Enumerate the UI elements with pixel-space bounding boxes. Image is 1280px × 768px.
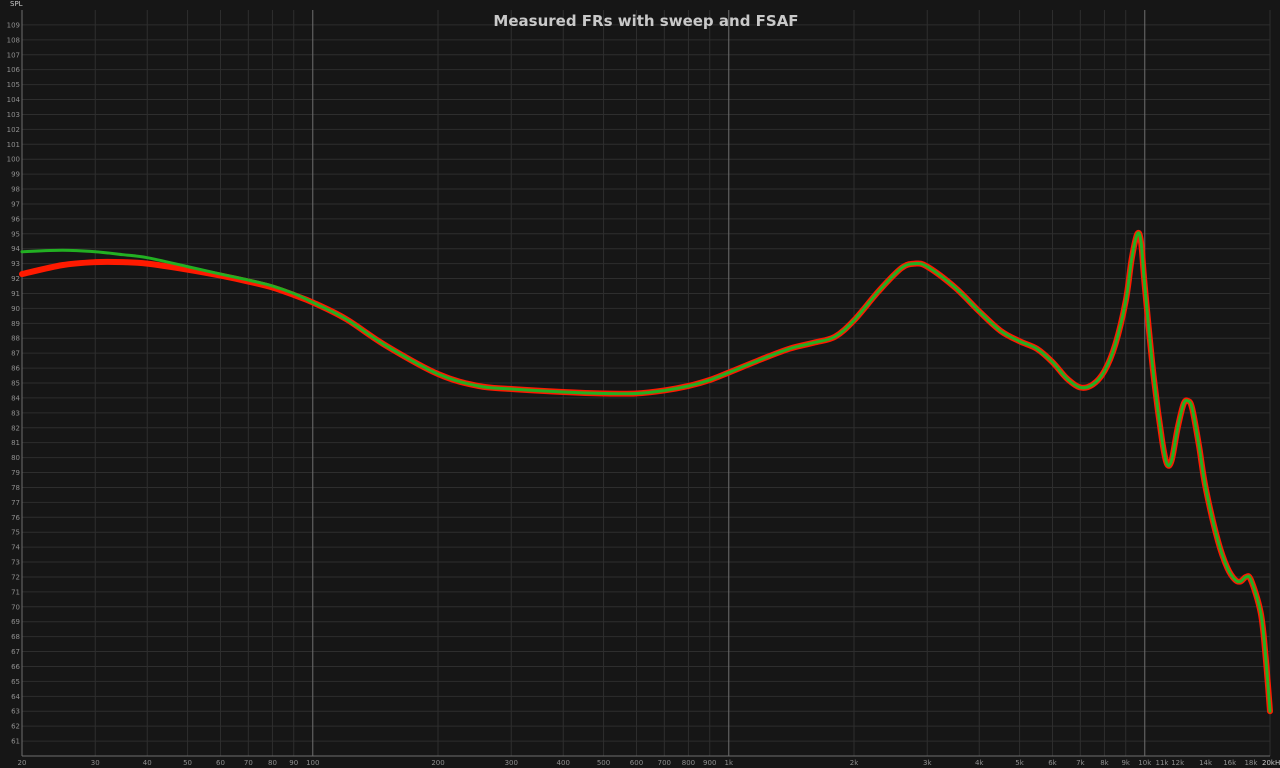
x-tick-label: 90 (289, 759, 298, 767)
x-tick-label: 5k (1015, 759, 1024, 767)
y-tick-label: 77 (11, 499, 20, 507)
y-tick-label: 92 (11, 275, 20, 283)
x-tick-label: 60 (216, 759, 225, 767)
y-tick-label: 73 (11, 559, 20, 567)
x-tick-label: 18k (1244, 759, 1258, 767)
x-tick-label: 10k (1138, 759, 1152, 767)
y-tick-label: 104 (7, 96, 21, 104)
y-tick-label: 83 (11, 409, 20, 417)
frequency-response-chart: 61 62 63 64 65 66 67 68 69 70 71 72 73 74 75 76 77 78 79 80… (0, 0, 1280, 768)
y-tick-label: 95 (11, 230, 20, 238)
y-tick-label: 72 (11, 573, 20, 581)
y-tick-label: 109 (7, 21, 20, 29)
frequency-response-plot: 61 62 63 64 65 66 67 68 69 70 71 72 73 74 75 76 77 78 79 80… (7, 0, 1280, 767)
y-tick-label: 96 (11, 215, 20, 223)
y-tick-label: 69 (11, 618, 20, 626)
x-tick-label: 14k (1199, 759, 1213, 767)
y-tick-label: 98 (11, 186, 20, 194)
y-tick-label: 86 (11, 365, 20, 373)
y-tick-label: 75 (11, 529, 20, 537)
x-tick-label: 3k (923, 759, 932, 767)
x-tick-label: 7k (1076, 759, 1085, 767)
x-tick-label: 70 (244, 759, 253, 767)
x-tick-label: 900 (703, 759, 716, 767)
y-tick-label: 76 (11, 514, 20, 522)
y-tick-label: 94 (11, 245, 20, 253)
chart-title: Measured FRs with sweep and FSAF (493, 12, 798, 30)
y-tick-label: 74 (11, 544, 20, 552)
y-tick-label: 107 (7, 51, 20, 59)
x-tick-label: 6k (1048, 759, 1057, 767)
y-tick-label: 97 (11, 200, 20, 208)
x-tick-label: 40 (143, 759, 152, 767)
y-tick-label: 90 (11, 305, 20, 313)
y-tick-label: 102 (7, 126, 20, 134)
y-tick-label: 82 (11, 424, 20, 432)
y-tick-label: 91 (11, 290, 20, 298)
y-tick-label: 89 (11, 320, 20, 328)
x-axis-tick-labels: 20 30 40 50 60 70 80 90 100 200 300 400 500 600 700 800… (18, 759, 1259, 767)
x-tick-label: 400 (557, 759, 570, 767)
y-tick-label: 81 (11, 439, 20, 447)
y-tick-label: 61 (11, 738, 20, 746)
x-tick-label: 800 (682, 759, 695, 767)
x-tick-label: 50 (183, 759, 192, 767)
y-tick-label: 71 (11, 588, 20, 596)
x-tick-label: 30 (91, 759, 100, 767)
y-tick-label: 108 (7, 36, 20, 44)
y-tick-label: 66 (11, 663, 20, 671)
x-axis-unit-label: 20kHz (1262, 759, 1280, 767)
y-tick-label: 88 (11, 335, 20, 343)
y-tick-label: 103 (7, 111, 20, 119)
x-tick-label: 9k (1121, 759, 1130, 767)
x-tick-label: 700 (658, 759, 671, 767)
y-tick-label: 67 (11, 648, 20, 656)
x-tick-label: 600 (630, 759, 643, 767)
x-tick-label: 200 (431, 759, 444, 767)
y-tick-label: 85 (11, 380, 20, 388)
y-tick-label: 99 (11, 171, 20, 179)
y-tick-label: 68 (11, 633, 20, 641)
y-axis-tick-labels: 61 62 63 64 65 66 67 68 69 70 71 72 73 74 75 76 77 78 79 80… (7, 21, 21, 745)
y-tick-label: 100 (7, 156, 20, 164)
y-tick-label: 64 (11, 693, 20, 701)
x-tick-label: 80 (268, 759, 277, 767)
x-tick-label: 1k (725, 759, 734, 767)
y-tick-label: 105 (7, 81, 20, 89)
x-tick-label: 300 (505, 759, 518, 767)
x-tick-label: 16k (1223, 759, 1237, 767)
y-tick-label: 79 (11, 469, 20, 477)
y-tick-label: 101 (7, 141, 20, 149)
x-tick-label: 2k (850, 759, 859, 767)
x-tick-label: 11k (1156, 759, 1170, 767)
y-axis-label: SPL (10, 0, 23, 8)
y-tick-label: 93 (11, 260, 20, 268)
x-tick-label: 4k (975, 759, 984, 767)
x-tick-label: 12k (1171, 759, 1185, 767)
y-tick-label: 70 (11, 603, 20, 611)
y-tick-label: 87 (11, 350, 20, 358)
x-tick-label: 100 (306, 759, 319, 767)
y-tick-label: 84 (11, 394, 20, 402)
x-tick-label: 500 (597, 759, 610, 767)
x-tick-label: 20 (18, 759, 27, 767)
y-tick-label: 80 (11, 454, 20, 462)
y-tick-label: 106 (7, 66, 21, 74)
x-tick-label: 8k (1100, 759, 1109, 767)
y-tick-label: 62 (11, 723, 20, 731)
y-tick-label: 78 (11, 484, 20, 492)
y-tick-label: 63 (11, 708, 20, 716)
y-tick-label: 65 (11, 678, 20, 686)
